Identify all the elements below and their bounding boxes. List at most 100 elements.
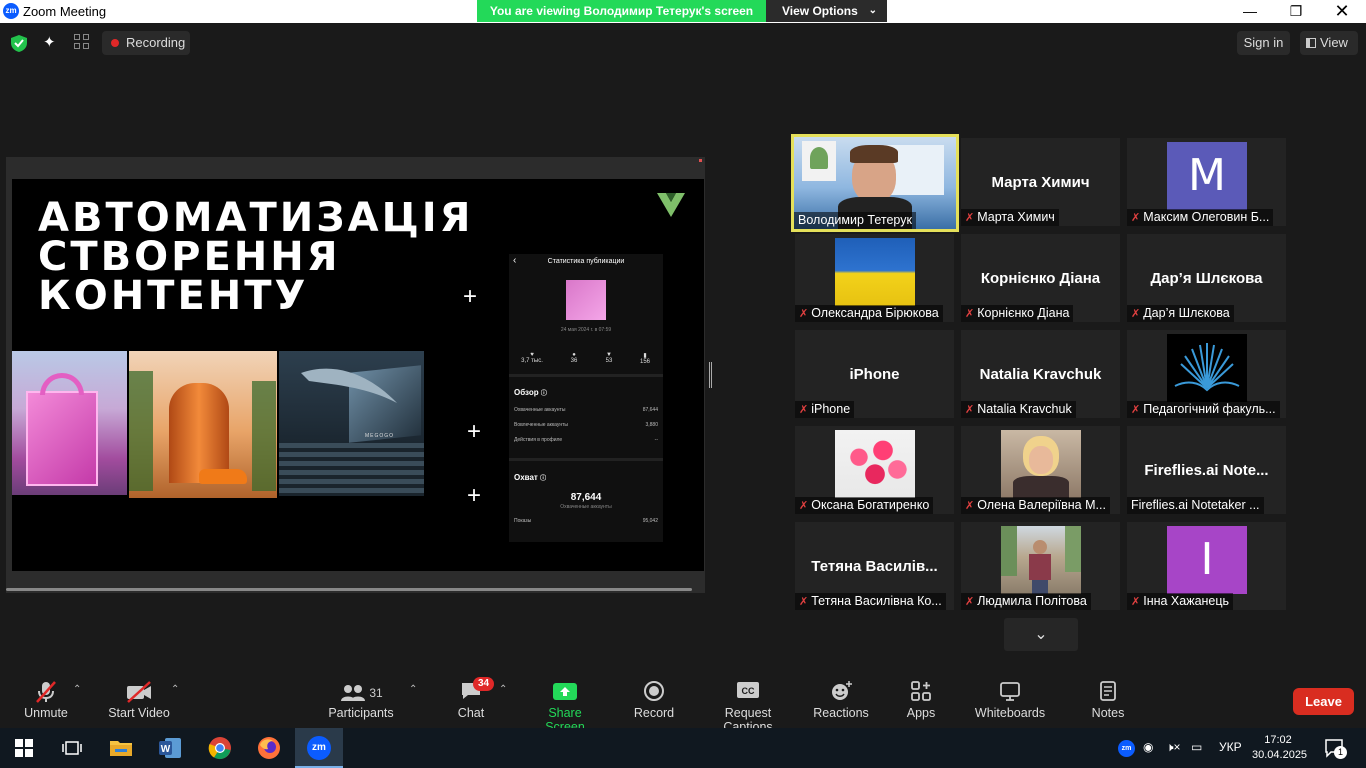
- maximize-icon[interactable]: ❐: [1273, 0, 1319, 23]
- shared-screen[interactable]: АВТОМАТИЗАЦІЯ СТВОРЕННЯ КОНТЕНТУ + + + M…: [6, 157, 705, 593]
- chat-options-caret[interactable]: ⌃: [499, 684, 507, 695]
- video-tile[interactable]: I ✗ Інна Хажанець: [1127, 522, 1286, 610]
- video-tile[interactable]: Володимир Тетерук: [791, 134, 959, 232]
- participant-name-label: ✗ Марта Химич: [961, 209, 1059, 226]
- notes-button[interactable]: Notes: [1089, 680, 1127, 720]
- zoom-tray-icon[interactable]: zm: [1118, 739, 1135, 757]
- street-photo-avatar: [1001, 526, 1081, 594]
- language-indicator[interactable]: УКР: [1219, 740, 1242, 754]
- request-captions-button[interactable]: CC Request Captions: [700, 680, 796, 734]
- participant-name-label: ✗ Тетяна Василівна Ко...: [795, 593, 946, 610]
- participants-button[interactable]: 31 Participants: [327, 680, 395, 720]
- word-icon[interactable]: W: [146, 728, 194, 768]
- clock-time: 17:02: [1264, 734, 1292, 746]
- video-tile[interactable]: ✗ Олександра Бірюкова: [795, 234, 954, 322]
- view-options-button[interactable]: View Options ⌄: [766, 0, 887, 22]
- view-button[interactable]: View: [1300, 31, 1358, 55]
- start-video-label: Start Video: [108, 706, 170, 720]
- mic-muted-icon: ✗: [965, 500, 975, 512]
- mic-muted-icon: [18, 680, 74, 706]
- start-video-button[interactable]: Start Video: [106, 680, 172, 720]
- recording-label: Recording: [126, 35, 186, 50]
- participants-count: 31: [369, 686, 383, 701]
- plus-icon: +: [467, 482, 482, 509]
- zoom-taskbar-icon[interactable]: zm: [295, 728, 343, 768]
- participant-name-label: ✗ Оксана Богатиренко: [795, 497, 934, 514]
- whiteboards-label: Whiteboards: [974, 706, 1046, 720]
- display-icon[interactable]: ▭: [1191, 740, 1202, 754]
- share-screen-icon: [527, 680, 603, 706]
- reach-sub: Охваченные аккаунты: [560, 504, 612, 510]
- mic-muted-icon: ✗: [1131, 404, 1141, 416]
- plus-icon: +: [463, 283, 478, 310]
- record-label: Record: [633, 706, 675, 720]
- video-tile[interactable]: ✗ Оксана Богатиренко: [795, 426, 954, 514]
- overview-title-text: Обзор: [514, 388, 539, 397]
- video-tile[interactable]: ✗ Педагогічний факуль...: [1127, 330, 1286, 418]
- chevron-down-icon: ⌄: [868, 5, 877, 16]
- row-value: 3,880: [645, 422, 658, 428]
- svg-text:W: W: [161, 744, 171, 755]
- video-tile[interactable]: M ✗ Максим Олеговин Б...: [1127, 138, 1286, 226]
- orange-building-image: [129, 351, 277, 498]
- video-tile[interactable]: iPhone ✗ iPhone: [795, 330, 954, 418]
- participant-name: Дар’я Шлєкова: [1143, 306, 1230, 320]
- stat-likes: ♥ 3,7 тыс.: [517, 352, 547, 364]
- book-logo-avatar: [1167, 334, 1247, 402]
- video-tile[interactable]: Дар’я Шлєкова ✗ Дар’я Шлєкова: [1127, 234, 1286, 322]
- windows-taskbar: W zm zm ◉ 🕨× ▭ УКР 17:02 30.04.2025 1: [0, 728, 1366, 768]
- participants-options-caret[interactable]: ⌃: [409, 684, 417, 695]
- participant-display-name: Natalia Kravchuk: [979, 366, 1102, 383]
- shield-icon[interactable]: [11, 35, 27, 52]
- video-options-caret[interactable]: ⌃: [171, 684, 179, 695]
- participants-label: Participants: [328, 706, 394, 720]
- stat-value: 156: [639, 359, 650, 365]
- splitter-handle[interactable]: [709, 362, 712, 388]
- minimize-icon[interactable]: —: [1227, 0, 1273, 23]
- photo-avatar: [1001, 430, 1081, 498]
- dolphin-icon: [301, 368, 397, 403]
- sign-in-button[interactable]: Sign in: [1237, 31, 1290, 55]
- video-tile[interactable]: Корнієнко Діана ✗ Корнієнко Діана: [961, 234, 1120, 322]
- record-button[interactable]: Record: [630, 680, 678, 720]
- participant-name-label: ✗ Олена Валеріївна М...: [961, 497, 1110, 514]
- mic-muted-icon: ✗: [965, 212, 975, 224]
- info-icon: ⓘ: [540, 476, 547, 482]
- video-tile[interactable]: Natalia Kravchuk ✗ Natalia Kravchuk: [961, 330, 1120, 418]
- close-icon[interactable]: ✕: [1319, 0, 1365, 23]
- horizontal-scrollbar[interactable]: [6, 588, 692, 591]
- video-tile[interactable]: Марта Химич ✗ Марта Химич: [961, 138, 1120, 226]
- next-page-button[interactable]: ⌄: [1004, 618, 1078, 651]
- network-icon[interactable]: ◉: [1143, 740, 1153, 754]
- unmute-button[interactable]: Unmute: [18, 680, 74, 720]
- audio-options-caret[interactable]: ⌃: [73, 684, 81, 695]
- whiteboards-button[interactable]: Whiteboards: [972, 680, 1048, 720]
- mic-muted-icon: ✗: [1131, 212, 1141, 224]
- share-screen-button[interactable]: Share Screen: [527, 680, 603, 734]
- file-explorer-icon[interactable]: [97, 728, 145, 768]
- notifications-icon[interactable]: 1: [1324, 738, 1347, 761]
- task-view-icon[interactable]: [48, 728, 96, 768]
- closed-captions-icon: CC: [700, 680, 796, 706]
- apps-label: Apps: [906, 706, 936, 720]
- video-tile[interactable]: Fireflies.ai Note... Fireflies.ai Noteta…: [1127, 426, 1286, 514]
- video-tile[interactable]: ✗ Олена Валеріївна М...: [961, 426, 1120, 514]
- windows-start-icon[interactable]: [0, 728, 48, 768]
- mic-muted-icon: ✗: [965, 308, 975, 320]
- leave-button[interactable]: Leave: [1293, 688, 1354, 715]
- recording-indicator[interactable]: Recording: [102, 31, 190, 55]
- apps-button[interactable]: Apps: [902, 680, 940, 720]
- clock[interactable]: 17:02 30.04.2025: [1252, 733, 1307, 763]
- participant-name-label: ✗ Максим Олеговин Б...: [1127, 209, 1274, 226]
- volume-muted-icon[interactable]: 🕨×: [1166, 740, 1181, 755]
- ai-companion-icon[interactable]: ✦: [43, 33, 56, 51]
- video-tile[interactable]: Тетяна Василів... ✗ Тетяна Василівна Ко..…: [795, 522, 954, 610]
- gallery-grid-icon[interactable]: [74, 34, 90, 50]
- participant-name: Fireflies.ai Notetaker ...: [1127, 497, 1264, 514]
- divider: [509, 374, 663, 377]
- firefox-icon[interactable]: [245, 728, 293, 768]
- chrome-icon[interactable]: [196, 728, 244, 768]
- video-tile[interactable]: ✗ Людмила Політова: [961, 522, 1120, 610]
- row-label: Вовлеченные аккаунты: [514, 422, 568, 428]
- reactions-button[interactable]: Reactions: [812, 680, 870, 720]
